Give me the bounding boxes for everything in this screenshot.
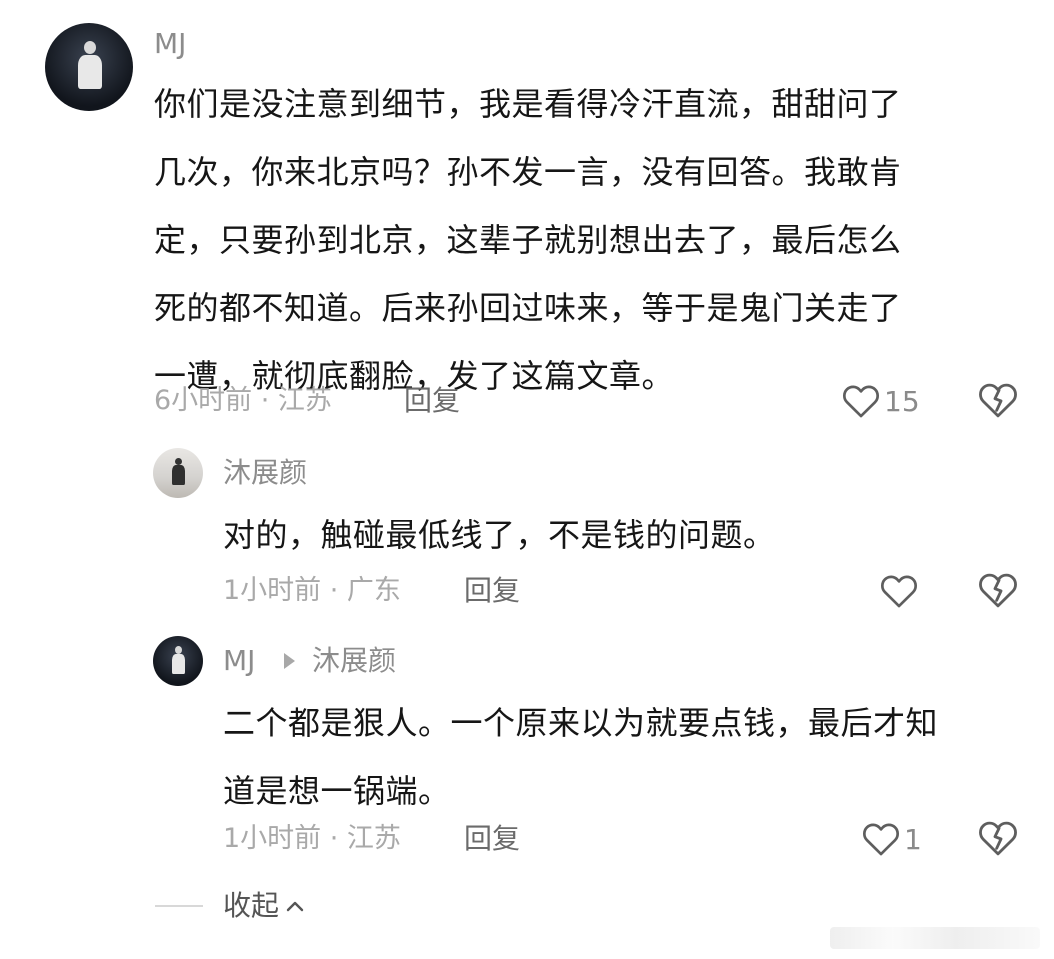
avatar[interactable]	[45, 23, 133, 111]
reply-meta: 1小时前 · 江苏	[223, 823, 401, 854]
chevron-up-icon	[286, 901, 304, 912]
broken-heart-icon	[979, 821, 1017, 856]
reply-text: 二个都是狠人。一个原来以为就要点钱，最后才知 道是想一锅端。	[223, 704, 939, 810]
reply-to-username[interactable]: 沐展颜	[312, 644, 396, 678]
heart-outline-icon	[862, 823, 900, 856]
dislike-button[interactable]	[978, 571, 1018, 611]
dislike-button[interactable]	[978, 381, 1018, 421]
comment-text: 你们是没注意到细节，我是看得冷汗直流，甜甜问了 几次，你来北京吗？孙不发一言，没…	[154, 85, 902, 395]
heart-outline-icon	[880, 575, 918, 608]
reply-username[interactable]: MJ	[223, 644, 255, 678]
like-button[interactable]: 1	[862, 819, 922, 859]
dislike-button[interactable]	[978, 819, 1018, 859]
collapse-divider	[155, 905, 203, 907]
triangle-right-icon	[284, 653, 295, 669]
like-count: 15	[884, 384, 920, 418]
reply-text: 对的，触碰最低线了，不是钱的问题。	[223, 516, 776, 554]
collapse-label: 收起	[223, 889, 280, 922]
reply-meta: 1小时前 · 广东	[223, 575, 401, 606]
collapse-button[interactable]: 收起	[223, 889, 305, 923]
comment-username[interactable]: MJ	[154, 27, 186, 61]
broken-heart-icon	[979, 573, 1017, 608]
avatar[interactable]	[153, 636, 203, 686]
reply-button[interactable]: 回复	[464, 822, 520, 856]
avatar[interactable]	[153, 448, 203, 498]
reply-button[interactable]: 回复	[464, 574, 520, 608]
broken-heart-icon	[979, 383, 1017, 418]
like-count: 1	[904, 822, 922, 856]
reply-button[interactable]: 回复	[404, 384, 460, 418]
reply-username[interactable]: 沐展颜	[223, 456, 307, 490]
like-button[interactable]: 15	[842, 381, 920, 421]
comment-meta: 6小时前 · 江苏	[154, 385, 332, 416]
watermark	[830, 927, 1040, 949]
heart-outline-icon	[842, 385, 880, 418]
like-button[interactable]	[880, 571, 918, 611]
